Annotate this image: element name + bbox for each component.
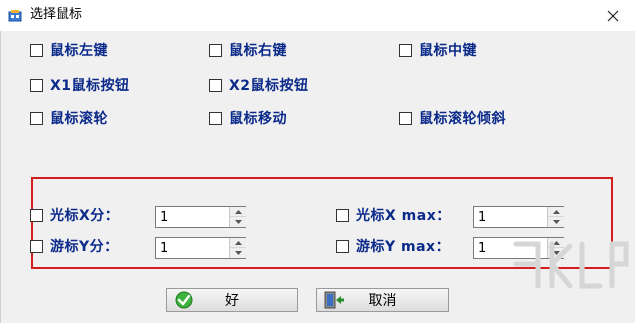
checkbox-label: 光标X max： [356,208,451,224]
spinner-arrows[interactable] [229,207,246,227]
spin-down-button[interactable] [230,248,246,258]
checkbox-box[interactable] [30,208,43,222]
arrow-up-icon [552,209,560,214]
checkbox-label: 鼠标左键 [50,43,108,59]
spin-down-button[interactable] [230,217,246,227]
cursor-x-spinner[interactable] [155,206,246,228]
checkbox-label: 鼠标中键 [419,43,477,59]
cancel-button[interactable]: 取消 [316,288,449,312]
checkbox-label: 鼠标滚轮倾斜 [419,111,506,127]
checkmark-icon [175,291,193,309]
checkbox-box[interactable] [30,111,43,125]
checkbox-middle-button[interactable]: 鼠标中键 [399,41,477,59]
spinner-arrows[interactable] [547,207,564,227]
checkbox-label: 光标X分： [50,208,120,224]
checkbox-label: 游标Y max： [356,239,451,255]
checkbox-box[interactable] [399,43,412,57]
app-icon [8,10,22,22]
checkbox-cursor-y-max[interactable]: 游标Y max： [336,237,450,255]
checkbox-left-button[interactable]: 鼠标左键 [30,41,108,59]
spin-up-button[interactable] [230,207,246,217]
close-icon [607,10,618,21]
cursor-x-input[interactable] [156,207,230,227]
ok-button[interactable]: 好 [166,288,298,312]
window-title: 选择鼠标 [30,7,83,22]
checkbox-label: 鼠标滚轮 [50,111,108,127]
checkbox-cursor-x-max[interactable]: 光标X max： [336,206,451,224]
checkbox-box[interactable] [209,111,222,125]
spinner-arrows[interactable] [229,238,246,258]
checkbox-label: 鼠标移动 [229,111,287,127]
arrow-down-icon [234,251,242,255]
exit-door-icon [324,291,344,309]
spin-up-button[interactable] [230,238,246,248]
cursor-y-spinner[interactable] [155,237,246,259]
cursor-x-max-input[interactable] [474,207,548,227]
checkbox-right-button[interactable]: 鼠标右键 [209,41,287,59]
close-button[interactable] [590,0,635,31]
title-bar: 选择鼠标 [0,0,635,31]
spin-down-button[interactable] [548,217,564,227]
checkbox-wheel[interactable]: 鼠标滚轮 [30,109,108,127]
checkbox-box[interactable] [209,43,222,57]
checkbox-label: 鼠标右键 [229,43,287,59]
cursor-x-max-spinner[interactable] [473,206,564,228]
checkbox-box[interactable] [336,208,349,222]
arrow-up-icon [234,240,242,245]
checkbox-label: X1鼠标按钮 [50,78,130,94]
cursor-y-input[interactable] [156,238,230,258]
checkbox-x1-button[interactable]: X1鼠标按钮 [30,76,130,94]
spin-up-button[interactable] [548,207,564,217]
checkbox-box[interactable] [209,78,222,92]
arrow-down-icon [234,220,242,224]
checkbox-cursor-x[interactable]: 光标X分： [30,206,119,224]
checkbox-box[interactable] [399,111,412,125]
checkbox-box[interactable] [30,43,43,57]
checkbox-cursor-y[interactable]: 游标Y分： [30,237,119,255]
checkbox-label: X2鼠标按钮 [229,78,309,94]
arrow-up-icon [234,209,242,214]
checkbox-box[interactable] [30,239,43,253]
checkbox-wheel-tilt[interactable]: 鼠标滚轮倾斜 [399,109,506,127]
arrow-down-icon [552,220,560,224]
checkbox-x2-button[interactable]: X2鼠标按钮 [209,76,309,94]
checkbox-move[interactable]: 鼠标移动 [209,109,287,127]
checkbox-box[interactable] [30,78,43,92]
checkbox-label: 游标Y分： [50,239,119,255]
watermark-logo [513,241,629,289]
checkbox-box[interactable] [336,239,349,253]
